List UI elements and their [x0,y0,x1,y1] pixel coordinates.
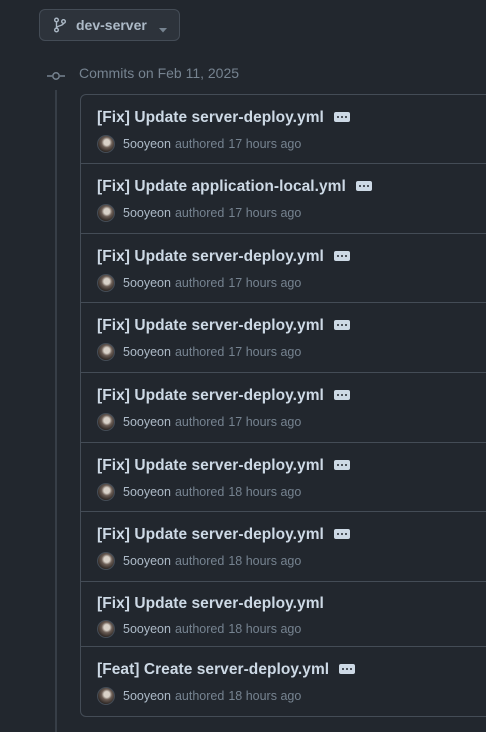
author-link[interactable]: 5ooyeon [123,554,171,568]
commit-date-header: Commits on Feb 11, 2025 [47,63,239,83]
ellipsis-dot [344,255,347,257]
ellipsis-dot [340,464,343,466]
ellipsis-dot [336,324,339,326]
ellipsis-dot [344,394,347,396]
commit-title-link[interactable]: [Fix] Update server-deploy.yml [97,526,324,544]
ellipsis-dot [340,394,343,396]
author-link[interactable]: 5ooyeon [123,206,171,220]
commit-list-item: [Fix] Update server-deploy.yml 5ooyeon aut… [81,303,486,373]
authored-label: authored [174,622,225,636]
author-link[interactable]: 5ooyeon [123,689,171,703]
ellipsis-dot [340,324,343,326]
author-avatar[interactable] [97,204,115,222]
expand-description-button[interactable] [333,112,350,122]
commit-title-link[interactable]: [Fix] Update application-local.yml [97,178,346,196]
author-link[interactable]: 5ooyeon [123,345,171,359]
commit-title-link[interactable]: [Fix] Update server-deploy.yml [97,317,324,335]
commit-list: [Fix] Update server-deploy.yml 5ooyeon aut… [80,94,486,717]
ellipsis-dot [350,668,353,670]
author-avatar[interactable] [97,135,115,153]
ellipsis-dot [346,668,349,670]
author-avatar[interactable] [97,483,115,501]
ellipsis-dot [336,116,339,118]
ellipsis-dot [344,464,347,466]
ellipsis-dot [344,116,347,118]
author-avatar[interactable] [97,620,115,638]
author-link[interactable]: 5ooyeon [123,485,171,499]
ellipsis-dot [340,533,343,535]
commit-title-link[interactable]: [Fix] Update server-deploy.yml [97,248,324,266]
branch-name: dev-server [76,17,147,33]
ellipsis-dot [342,668,345,670]
authored-label: authored [174,345,225,359]
relative-time: 18 hours ago [228,485,302,499]
author-avatar[interactable] [97,413,115,431]
author-link[interactable]: 5ooyeon [123,415,171,429]
commit-list-item: [Fix] Update application-local.yml 5ooyeo… [81,164,486,234]
authored-label: authored [174,276,225,290]
expand-description-button[interactable] [333,251,350,261]
expand-description-button[interactable] [333,390,350,400]
git-branch-icon [53,17,67,33]
commit-date-label: Commits on Feb 11, 2025 [79,65,240,81]
author-link[interactable]: 5ooyeon [123,622,171,636]
ellipsis-dot [362,185,365,187]
ellipsis-dot [336,533,339,535]
author-link[interactable]: 5ooyeon [123,137,171,151]
branch-selector-button[interactable]: dev-server [39,9,180,41]
commit-list-item: [Fix] Update server-deploy.yml 5ooyeon aut… [81,512,486,582]
ellipsis-dot [336,394,339,396]
commit-title-link[interactable]: [Fix] Update server-deploy.yml [97,595,324,613]
commit-list-item: [Fix] Update server-deploy.yml 5ooyeon aut… [81,582,486,647]
commit-title-link[interactable]: [Feat] Create server-deploy.yml [97,661,329,679]
expand-description-button[interactable] [333,529,350,539]
relative-time: 18 hours ago [228,689,302,703]
commit-list-item: [Fix] Update server-deploy.yml 5ooyeon aut… [81,95,486,164]
commit-title-link[interactable]: [Fix] Update server-deploy.yml [97,387,324,405]
git-commit-icon [47,68,65,80]
ellipsis-dot [336,255,339,257]
author-avatar[interactable] [97,274,115,292]
author-avatar[interactable] [97,552,115,570]
ellipsis-dot [366,185,369,187]
author-avatar[interactable] [97,343,115,361]
commit-list-item: [Feat] Create server-deploy.yml 5ooyeon au… [81,647,486,716]
commit-list-item: [Fix] Update server-deploy.yml 5ooyeon aut… [81,373,486,443]
commit-list-item: [Fix] Update server-deploy.yml 5ooyeon aut… [81,234,486,303]
ellipsis-dot [340,116,343,118]
ellipsis-dot [340,255,343,257]
authored-label: authored [174,415,225,429]
relative-time: 17 hours ago [228,415,302,429]
timeline-line [55,90,57,732]
expand-description-button[interactable] [333,320,350,330]
expand-description-button[interactable] [339,664,356,674]
author-link[interactable]: 5ooyeon [123,276,171,290]
relative-time: 17 hours ago [228,137,302,151]
commit-list-item: [Fix] Update server-deploy.yml 5ooyeon aut… [81,443,486,512]
commit-title-link[interactable]: [Fix] Update server-deploy.yml [97,457,324,475]
commit-title-link[interactable]: [Fix] Update server-deploy.yml [97,109,324,127]
relative-time: 18 hours ago [228,554,302,568]
ellipsis-dot [344,324,347,326]
authored-label: authored [174,137,225,151]
relative-time: 18 hours ago [228,622,302,636]
ellipsis-dot [358,185,361,187]
relative-time: 17 hours ago [228,206,302,220]
caret-down-icon [158,21,167,33]
ellipsis-dot [344,533,347,535]
expand-description-button[interactable] [333,460,350,470]
authored-label: authored [174,206,225,220]
authored-label: authored [174,485,225,499]
ellipsis-dot [336,464,339,466]
expand-description-button[interactable] [355,181,372,191]
relative-time: 17 hours ago [228,345,302,359]
relative-time: 17 hours ago [228,276,302,290]
author-avatar[interactable] [97,687,115,705]
authored-label: authored [174,689,225,703]
authored-label: authored [174,554,225,568]
